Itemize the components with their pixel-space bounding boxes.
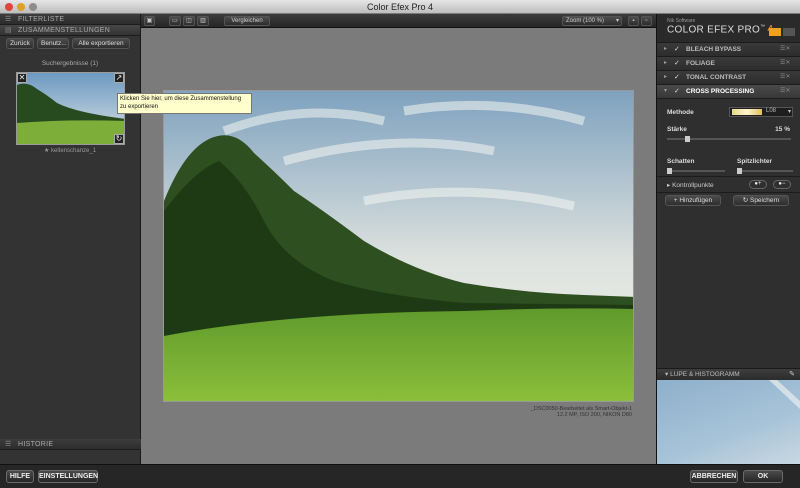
thumbnail-caption: ★ keltenschanze_1 xyxy=(43,148,97,154)
split-view-icon[interactable]: ◫ xyxy=(183,16,195,26)
chevron-down-icon: ▾ xyxy=(615,18,619,24)
delete-recipe-icon[interactable]: ✕ xyxy=(17,73,27,83)
filter-options-icon[interactable]: ☰✕ xyxy=(780,46,794,53)
expand-arrow-icon[interactable]: ▸ xyxy=(664,43,667,56)
gray-background-icon[interactable]: ▫ xyxy=(641,16,652,26)
back-button[interactable]: Zurück xyxy=(6,38,34,49)
expand-arrow-icon[interactable]: ▸ xyxy=(664,57,667,70)
lupe-histogramm-header[interactable]: ▾ LUPE & HISTOGRAMM ✎ xyxy=(657,368,800,380)
bottom-bar: HILFE EINSTELLUNGEN ABBRECHEN OK xyxy=(0,464,800,488)
spitzlichter-label: Spitzlichter xyxy=(737,158,773,165)
landscape-image xyxy=(164,91,633,401)
expand-arrow-icon[interactable]: ▸ xyxy=(664,71,667,84)
filter-options-icon[interactable]: ☰✕ xyxy=(780,74,794,81)
preview-area: ▣ ▭ ◫ ▥ Vergleichen Zoom (100 %) ▾ ▪ ▫ _… xyxy=(141,14,656,464)
refresh-recipe-icon[interactable]: ↻ xyxy=(114,134,124,144)
methode-value: L08 xyxy=(766,108,777,114)
zusammenstellungen-header[interactable]: ▤ ZUSAMMENSTELLUNGEN xyxy=(0,25,140,36)
spitzlichter-slider[interactable] xyxy=(737,168,793,174)
recipe-button-row: Zurück Benutz... Alle exportieren xyxy=(0,36,140,52)
filter-cross-processing[interactable]: ▾ ✓ CROSS PROCESSING ☰✕ xyxy=(657,85,800,99)
method-preview-swatch xyxy=(732,109,762,115)
checkmark-icon[interactable]: ✓ xyxy=(674,57,680,70)
filter-bleach-bypass[interactable]: ▸ ✓ BLEACH BYPASS ☰✕ xyxy=(657,43,800,57)
filter-tonal-contrast[interactable]: ▸ ✓ TONAL CONTRAST ☰✕ xyxy=(657,71,800,85)
export-recipe-icon[interactable]: ↗ xyxy=(114,73,124,83)
staerke-label: Stärke xyxy=(667,126,687,133)
chevron-down-icon: ▾ xyxy=(787,109,791,115)
minimize-window-button[interactable] xyxy=(17,3,25,11)
preview-photo[interactable] xyxy=(163,90,634,402)
side-by-side-icon[interactable]: ▥ xyxy=(197,16,209,26)
loupe-image xyxy=(769,380,800,410)
staerke-slider-handle[interactable] xyxy=(685,136,690,142)
schatten-label: Schatten xyxy=(667,158,695,165)
search-results-label: Suchergebnisse (1) xyxy=(41,60,99,67)
checkmark-icon[interactable]: ✓ xyxy=(674,43,680,56)
thumbnail-image xyxy=(17,73,124,144)
kontrollpunkte-label: ▸ Kontrollpunkte xyxy=(667,182,714,189)
hinzufuegen-button[interactable]: + Hinzufügen xyxy=(665,195,721,206)
checkmark-icon[interactable]: ✓ xyxy=(674,71,680,84)
collapse-arrow-icon[interactable]: ▾ xyxy=(664,85,667,98)
filter-options-icon[interactable]: ☰✕ xyxy=(780,60,794,67)
speichern-button[interactable]: ↻ Speichern xyxy=(733,195,789,206)
image-info: _DSC0050-Bearbeitet als Smart-Objekt-1 1… xyxy=(531,406,632,418)
save-icon: ↻ xyxy=(742,197,749,204)
schatten-slider[interactable] xyxy=(667,168,725,174)
zoom-select[interactable]: Zoom (100 %) ▾ xyxy=(562,16,622,26)
right-panel: Nik Software COLOR EFEX PRO™4 ▸✓BLEACH B… xyxy=(656,14,800,464)
list-icon: ☰ xyxy=(5,16,12,23)
recipe-thumbnail[interactable]: ✕ ↗ ↻ xyxy=(16,72,125,145)
methode-select[interactable]: L08 ▾ xyxy=(729,107,793,117)
star-icon: ★ xyxy=(43,148,50,154)
preview-toolbar: ▣ ▭ ◫ ▥ Vergleichen Zoom (100 %) ▾ ▪ ▫ xyxy=(141,14,656,28)
plus-icon: + xyxy=(673,197,678,204)
remove-control-point-icon[interactable]: ●− xyxy=(773,180,791,189)
staerke-value: 15 % xyxy=(775,126,790,133)
brand-header: Nik Software COLOR EFEX PRO™4 xyxy=(657,14,800,43)
divider xyxy=(657,176,800,177)
add-control-point-icon[interactable]: ●+ xyxy=(749,180,767,189)
title-bar: Color Efex Pro 4 xyxy=(0,0,800,14)
compare-button[interactable]: Vergleichen xyxy=(224,16,270,26)
brand-title: COLOR EFEX PRO™4 xyxy=(667,24,773,36)
layout-alt-icon[interactable] xyxy=(783,28,795,36)
sidebar-toggle-icon[interactable]: ▣ xyxy=(144,16,155,26)
zoom-value: Zoom (100 %) xyxy=(566,18,605,24)
historie-header[interactable]: ☰ HISTORIE xyxy=(0,439,141,450)
zoom-window-button[interactable] xyxy=(29,3,37,11)
ok-button[interactable]: OK xyxy=(743,470,783,483)
schatten-slider-handle[interactable] xyxy=(667,168,672,174)
hilfe-button[interactable]: HILFE xyxy=(6,470,34,483)
spitzlichter-slider-handle[interactable] xyxy=(737,168,742,174)
filterliste-header[interactable]: ☰ FILTERLISTE xyxy=(0,14,140,25)
staerke-slider[interactable] xyxy=(667,136,791,142)
image-metadata: 12.2 MP, ISO 200, NIKON D80 xyxy=(556,412,632,418)
export-tooltip: Klicken Sie hier, um diese Zusammenstell… xyxy=(117,93,252,114)
history-icon: ☰ xyxy=(5,441,12,448)
abbrechen-button[interactable]: ABBRECHEN xyxy=(690,470,738,483)
layout-icon[interactable] xyxy=(769,28,781,36)
single-view-icon[interactable]: ▭ xyxy=(169,16,181,26)
export-all-button[interactable]: Alle exportieren xyxy=(72,38,130,49)
methode-label: Methode xyxy=(667,109,694,116)
window-title: Color Efex Pro 4 xyxy=(366,2,434,12)
expand-arrow-icon[interactable]: ▸ xyxy=(667,182,670,189)
einstellungen-button[interactable]: EINSTELLUNGEN xyxy=(38,470,98,483)
stack-icon: ▤ xyxy=(5,27,12,34)
black-background-icon[interactable]: ▪ xyxy=(628,16,639,26)
user-button[interactable]: Benutz... xyxy=(37,38,69,49)
filter-foliage[interactable]: ▸ ✓ FOLIAGE ☰✕ xyxy=(657,57,800,71)
checkmark-icon[interactable]: ✓ xyxy=(674,85,680,98)
divider xyxy=(657,192,800,193)
collapse-arrow-icon[interactable]: ▾ xyxy=(665,371,668,378)
close-window-button[interactable] xyxy=(5,3,13,11)
filter-options-icon[interactable]: ☰✕ xyxy=(780,88,794,95)
loupe-preview[interactable] xyxy=(657,380,800,464)
